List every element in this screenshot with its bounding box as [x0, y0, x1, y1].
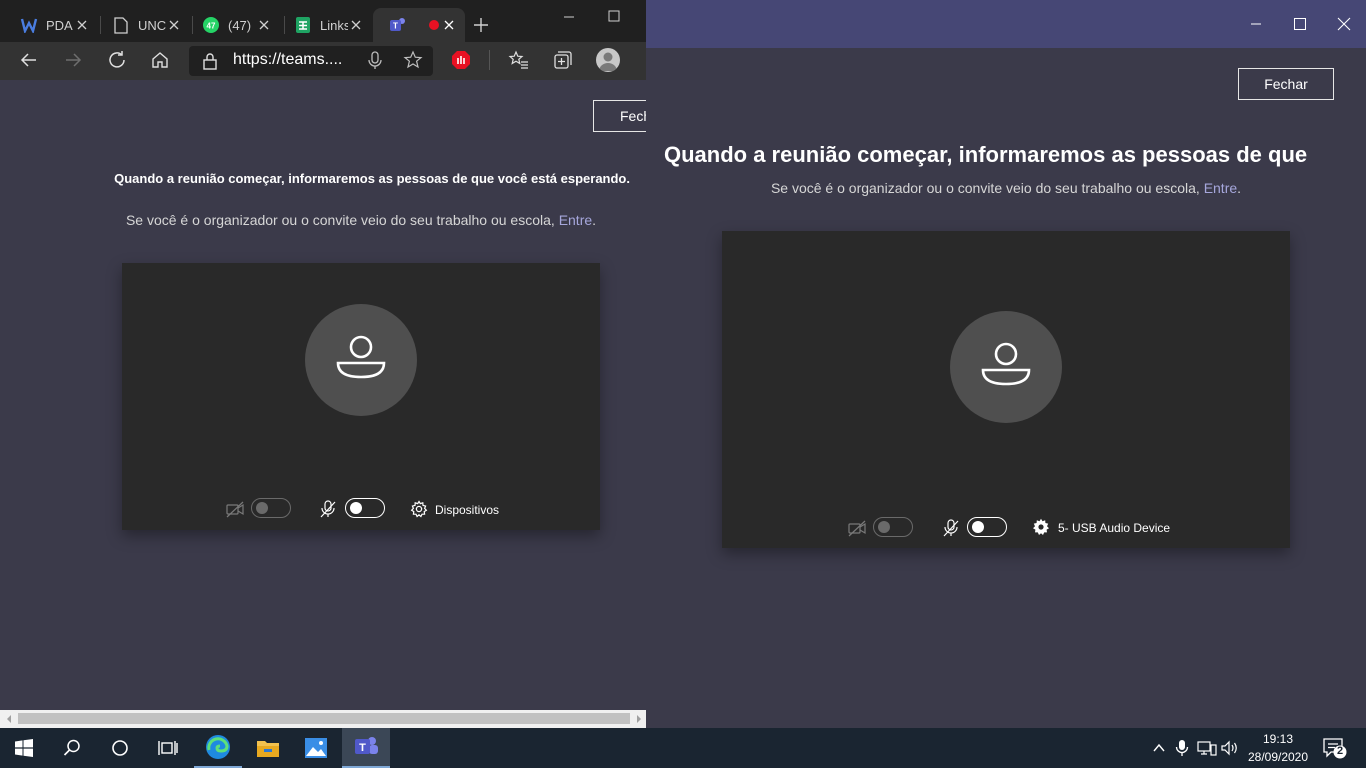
scroll-right-arrow-icon[interactable] [634, 714, 644, 724]
teams-icon: T [389, 16, 407, 34]
browser-window: PDA UNC 47 (47) Links T https://teams...… [0, 0, 646, 728]
clock-date[interactable]: 28/09/2020 [1243, 750, 1313, 764]
minimize-icon[interactable] [1246, 14, 1266, 34]
tab-label: UNC [138, 17, 166, 33]
camera-off-icon [225, 499, 245, 519]
settings-gear-icon[interactable] [410, 500, 428, 518]
tab-pda[interactable]: PDA [4, 8, 98, 42]
recording-dot-icon [429, 20, 439, 30]
microphone-off-icon [941, 518, 961, 538]
favorite-star-icon[interactable] [403, 50, 423, 70]
start-windows-icon[interactable] [0, 728, 48, 768]
network-icon[interactable] [1197, 740, 1217, 756]
microphone-toggle[interactable] [967, 517, 1007, 537]
minimize-icon[interactable] [560, 8, 578, 26]
teams-app-icon[interactable]: T [342, 728, 390, 768]
maximize-icon[interactable] [605, 8, 623, 26]
url-text[interactable]: https://teams.... [233, 51, 342, 69]
microphone-in-use-icon[interactable] [1175, 739, 1189, 757]
svg-text:T: T [359, 742, 366, 754]
notification-count-badge: 2 [1336, 745, 1344, 757]
tab-label: (47) [228, 17, 252, 33]
person-icon [978, 342, 1034, 392]
task-view-icon[interactable] [144, 728, 192, 768]
tab-label: PDA [46, 17, 73, 33]
signin-prompt-text: Se você é o organizador ou o convite vei… [125, 212, 555, 228]
edge-browser-icon[interactable] [194, 728, 242, 768]
unknown-site-icon [20, 16, 38, 34]
close-tab-icon[interactable] [348, 17, 364, 33]
clock-time[interactable]: 19:13 [1246, 732, 1310, 746]
camera-toggle[interactable] [873, 517, 913, 537]
toolbar-divider [489, 50, 490, 70]
close-tab-icon[interactable] [166, 17, 182, 33]
photos-app-icon[interactable] [292, 728, 340, 768]
whatsapp-icon: 47 [202, 16, 220, 34]
maximize-icon[interactable] [1290, 14, 1310, 34]
waiting-heading: Quando a reunião começar, informaremos a… [114, 171, 630, 186]
teams-waiting-heading: Quando a reunião começar, informaremos a… [664, 142, 1308, 167]
refresh-icon[interactable] [106, 49, 128, 71]
scroll-left-arrow-icon[interactable] [4, 714, 14, 724]
microphone-off-icon [318, 499, 338, 519]
new-tab-icon[interactable] [470, 14, 492, 36]
toggle-knob [878, 521, 890, 533]
adblock-extension-icon[interactable] [451, 50, 471, 70]
forward-icon[interactable] [62, 49, 84, 71]
profile-avatar-icon[interactable] [596, 48, 620, 72]
signin-prompt-text: Se você é o organizador ou o convite vei… [770, 180, 1200, 196]
toggle-knob [256, 502, 268, 514]
signin-prompt-suffix: . [1237, 180, 1242, 196]
back-icon[interactable] [18, 49, 40, 71]
show-hidden-icons-chevron-icon[interactable] [1151, 740, 1167, 756]
tab-teams-active[interactable]: T [373, 8, 465, 42]
close-tab-icon[interactable] [74, 17, 90, 33]
collections-icon[interactable] [553, 50, 573, 70]
lock-icon[interactable] [201, 51, 219, 71]
signin-link[interactable]: Entre [1204, 180, 1237, 196]
close-tab-icon[interactable] [256, 17, 272, 33]
close-tab-icon[interactable] [441, 17, 457, 33]
sheets-icon [294, 16, 312, 34]
cortana-icon[interactable] [96, 728, 144, 768]
settings-gear-icon[interactable] [1032, 518, 1050, 536]
svg-text:T: T [393, 22, 398, 31]
tab-label: Links [320, 17, 348, 33]
microphone-toggle[interactable] [345, 498, 385, 518]
audio-device-label[interactable]: 5- USB Audio Device [1058, 521, 1170, 535]
tab-links[interactable]: Links [278, 8, 372, 42]
teams-user-avatar [950, 311, 1062, 423]
page-icon [112, 16, 130, 34]
signin-prompt: Se você é o organizador ou o convite vei… [0, 212, 646, 228]
toggle-knob [972, 521, 984, 533]
tab-unc[interactable]: UNC [96, 8, 190, 42]
toggle-knob [350, 502, 362, 514]
devices-label[interactable]: Dispositivos [435, 503, 499, 517]
close-window-icon[interactable] [1334, 14, 1354, 34]
tab-whatsapp[interactable]: 47 (47) [186, 8, 280, 42]
svg-text:47: 47 [207, 22, 216, 31]
scrollbar-thumb[interactable] [18, 713, 630, 724]
signin-link[interactable]: Entre [559, 212, 592, 228]
teams-signin-prompt: Se você é o organizador ou o convite vei… [646, 180, 1366, 196]
search-icon[interactable] [48, 728, 96, 768]
person-icon [333, 335, 389, 385]
user-avatar [305, 304, 417, 416]
volume-icon[interactable] [1221, 740, 1239, 756]
microphone-icon[interactable] [366, 50, 384, 70]
home-icon[interactable] [149, 49, 171, 71]
signin-prompt-suffix: . [592, 212, 597, 228]
camera-off-icon [847, 518, 867, 538]
teams-close-button[interactable]: Fechar [1238, 68, 1334, 100]
file-explorer-icon[interactable] [244, 728, 292, 768]
favorites-icon[interactable] [508, 50, 530, 70]
camera-toggle[interactable] [251, 498, 291, 518]
close-button[interactable]: Fech [593, 100, 646, 132]
